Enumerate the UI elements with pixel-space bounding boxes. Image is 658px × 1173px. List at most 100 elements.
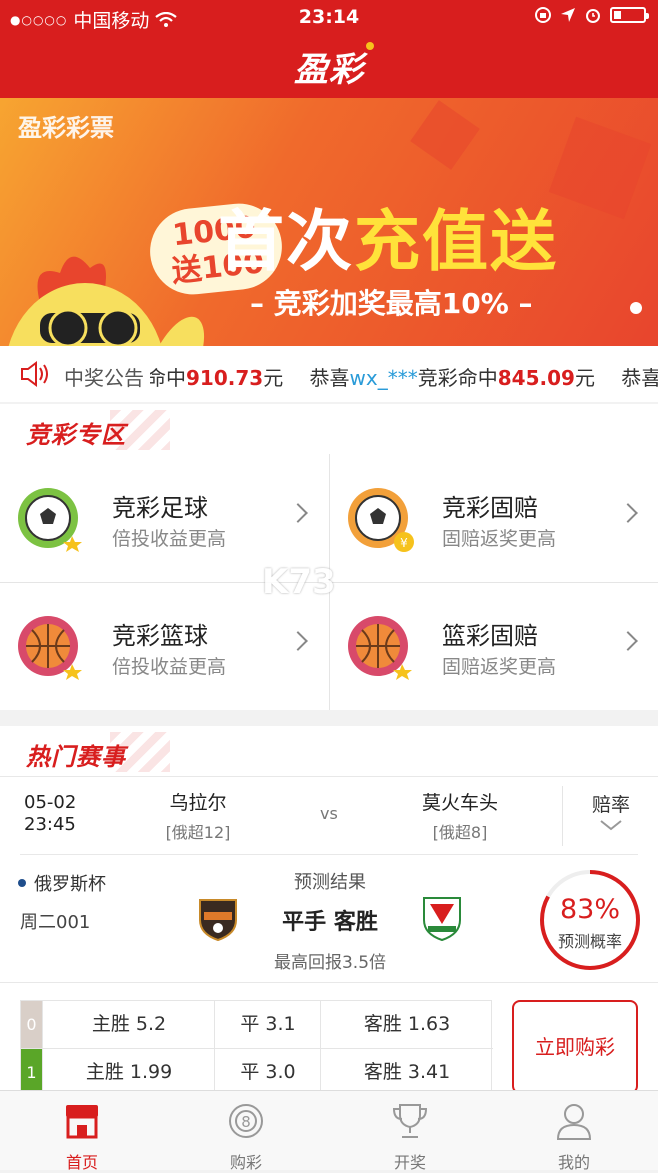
- home-team-league: [俄超12]: [165, 823, 231, 842]
- jc-basketball-desc: 倍投收益更高: [112, 656, 227, 678]
- bc-fixed-odds-desc: 固赔返奖更高: [442, 656, 557, 678]
- bottom-tab-bar: 首页 8 购彩 开奖 我的: [0, 1090, 658, 1172]
- svg-text:¥: ¥: [400, 536, 408, 550]
- ticker-item: 命中910.73元: [150, 366, 284, 390]
- tab-results[interactable]: 开奖: [328, 1091, 492, 1172]
- app-header: 盈彩: [0, 34, 658, 98]
- max-return: 最高回报3.5倍: [273, 953, 387, 973]
- match-number: 周二001: [20, 912, 91, 933]
- banner-decoration: [548, 116, 652, 220]
- away-team-name: 莫火车头: [421, 792, 498, 814]
- chevron-right-icon: [288, 631, 308, 651]
- ticker-item: 恭喜wx_***竞彩命中845.09元: [309, 366, 595, 390]
- app-logo: 盈彩: [294, 41, 374, 91]
- watermark: K73: [262, 562, 336, 602]
- status-bar: ●○○○○ 中国移动 23:14: [0, 0, 658, 34]
- divider: [0, 776, 658, 777]
- away-team: 莫火车头 [俄超8]: [380, 788, 540, 843]
- probability-value: 83%: [559, 894, 620, 925]
- odds-row: 1 主胜 1.99 平 3.0 客胜 3.41: [21, 1048, 493, 1096]
- probability-label: 预测概率: [557, 932, 622, 951]
- headline-part: 首次: [218, 203, 354, 280]
- ticker-item: 恭喜wx: [621, 366, 658, 390]
- battery-icon: [610, 7, 649, 23]
- odds-draw[interactable]: 平 3.0: [214, 1049, 321, 1096]
- user-icon: [556, 1104, 592, 1140]
- basketball-star-icon: [348, 616, 412, 680]
- tab-label: 我的: [557, 1153, 590, 1172]
- jc-fixed-odds-card[interactable]: ¥ 竞彩固赔 固赔返奖更高: [330, 454, 658, 582]
- odds-row: 0 主胜 5.2 平 3.1 客胜 1.63: [21, 1001, 493, 1048]
- odds-row-tag: 0: [21, 1001, 42, 1048]
- hot-section-header: 热门赛事: [0, 726, 658, 776]
- banner-decoration: [410, 100, 480, 170]
- lottery-ball-icon: 8: [229, 1104, 263, 1138]
- match-card[interactable]: 05-02 23:45 乌拉尔 [俄超12] vs 莫火车头 [俄超8] 赔率 …: [0, 776, 658, 1096]
- chevron-down-icon: [600, 820, 622, 831]
- prediction-result: 平手 客胜: [282, 910, 378, 935]
- chevron-right-icon: [618, 503, 638, 523]
- match-datetime: 05-02 23:45: [24, 792, 76, 836]
- soccer-coin-icon: ¥: [348, 488, 414, 552]
- odds-away[interactable]: 客胜 3.41: [320, 1049, 493, 1096]
- home-team: 乌拉尔 [俄超12]: [118, 788, 278, 843]
- jc-fixed-odds-name: 竞彩固赔: [442, 494, 538, 522]
- vs-label: vs: [320, 804, 338, 823]
- section-title: 竞彩专区: [26, 421, 126, 449]
- prediction-title: 预测结果: [294, 872, 366, 893]
- away-team-league: [俄超8]: [432, 823, 488, 842]
- orientation-lock-icon: [535, 7, 551, 23]
- odds-draw[interactable]: 平 3.1: [214, 1001, 321, 1048]
- banner-brand: 盈彩彩票: [18, 114, 114, 142]
- section-title: 热门赛事: [26, 743, 126, 771]
- tab-me[interactable]: 我的: [492, 1091, 656, 1172]
- tab-label: 开奖: [393, 1153, 426, 1172]
- winning-announcement-bar[interactable]: 中奖公告 命中910.73元 恭喜wx_***竞彩命中845.09元 恭喜wx: [0, 346, 658, 402]
- status-icons: [534, 6, 649, 24]
- jc-section-header: 竞彩专区: [0, 404, 658, 454]
- tab-buy[interactable]: 8 购彩: [164, 1091, 328, 1172]
- svg-text:8: 8: [241, 1113, 251, 1131]
- chevron-right-icon: [288, 503, 308, 523]
- prediction-probability: 83% 预测概率: [538, 868, 642, 972]
- odds-home[interactable]: 主胜 5.2: [42, 1001, 215, 1048]
- carousel-indicator[interactable]: [630, 302, 642, 314]
- bc-fixed-odds-name: 篮彩固赔: [442, 622, 538, 650]
- banner-subline: – 竞彩加奖最高10% –: [250, 287, 533, 320]
- odds-toggle[interactable]: 赔率: [562, 786, 658, 846]
- chevron-right-icon: [618, 631, 638, 651]
- odds-table: 0 主胜 5.2 平 3.1 客胜 1.63 1 主胜 1.99 平 3.0 客…: [20, 1000, 493, 1096]
- cup-name: 俄罗斯杯: [34, 874, 106, 895]
- basketball-icon: [18, 616, 82, 680]
- jc-fixed-odds-desc: 固赔返奖更高: [442, 528, 557, 550]
- announcement-label: 中奖公告: [64, 366, 144, 390]
- lokomotiv-crest-icon: [423, 897, 461, 942]
- match-date: 05-02: [24, 792, 77, 813]
- tab-home[interactable]: 首页: [0, 1091, 164, 1172]
- divider: [0, 982, 658, 983]
- home-team-name: 乌拉尔: [169, 792, 227, 814]
- tab-label: 购彩: [229, 1153, 262, 1172]
- headline-highlight: 充值送: [354, 203, 558, 280]
- odds-home[interactable]: 主胜 1.99: [42, 1049, 215, 1096]
- divider: [20, 854, 638, 855]
- soccer-ball-icon: [18, 488, 82, 552]
- alarm-icon: [586, 9, 600, 23]
- bc-fixed-odds-card[interactable]: 篮彩固赔 固赔返奖更高: [330, 582, 658, 710]
- match-time: 23:45: [24, 814, 76, 835]
- odds-away[interactable]: 客胜 1.63: [320, 1001, 493, 1048]
- speaker-icon: [21, 361, 48, 387]
- trophy-icon: [392, 1104, 428, 1138]
- odds-row-tag: 1: [21, 1049, 42, 1096]
- bullet-icon: [18, 879, 26, 887]
- match-cup: 俄罗斯杯: [18, 870, 106, 896]
- jc-football-name: 竞彩足球: [112, 494, 208, 522]
- promo-banner[interactable]: 盈彩彩票 1000 送100 首次充值送 – 竞彩加奖最高10% –: [0, 98, 658, 346]
- jc-football-desc: 倍投收益更高: [112, 528, 227, 550]
- banner-headline: 首次充值送: [218, 188, 558, 284]
- announcement-scroll: 命中910.73元 恭喜wx_***竞彩命中845.09元 恭喜wx: [150, 362, 658, 391]
- jc-basketball-name: 竞彩篮球: [112, 622, 208, 650]
- home-shop-icon: [66, 1105, 98, 1139]
- location-arrow-icon: [561, 8, 575, 22]
- buy-now-button[interactable]: 立即购彩: [512, 1000, 638, 1094]
